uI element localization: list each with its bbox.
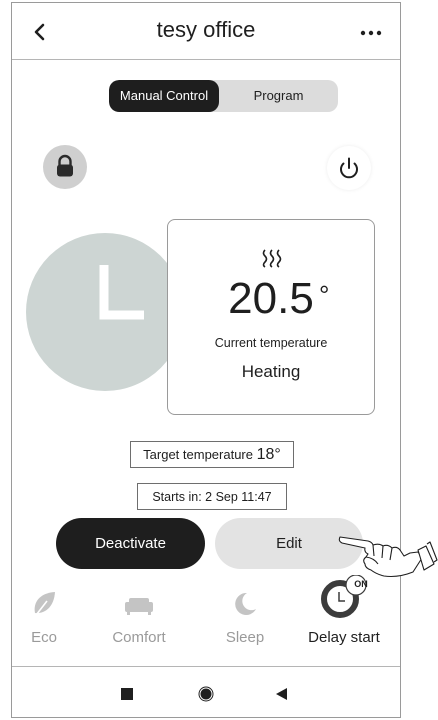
tab-manual-control[interactable]: Manual Control: [109, 80, 219, 112]
home-circle-icon: [198, 686, 214, 702]
lock-icon: [57, 154, 73, 177]
mode-delay-start-label: Delay start: [308, 629, 380, 646]
mode-eco[interactable]: Eco: [14, 581, 74, 655]
delay-timer-graphic: [26, 233, 184, 391]
triangle-back-icon: [276, 688, 287, 700]
degree-symbol: °: [319, 280, 330, 310]
mode-delay-start[interactable]: ON Delay start: [292, 575, 396, 655]
current-temperature-value: 20.5: [228, 274, 314, 323]
back-nav-button[interactable]: [269, 681, 295, 707]
power-icon: [340, 157, 358, 179]
mode-eco-label: Eco: [31, 629, 57, 646]
recents-button[interactable]: [114, 681, 140, 707]
current-temperature-label: Current temperature: [214, 336, 328, 350]
child-lock-button[interactable]: [43, 145, 87, 189]
heating-status: Heating: [241, 362, 301, 381]
system-navigation-bar: [12, 666, 400, 717]
more-horizontal-icon: [360, 30, 382, 36]
mode-comfort-label: Comfort: [112, 629, 166, 646]
target-temperature-box: Target temperature 18°: [130, 441, 294, 468]
deactivate-button[interactable]: Deactivate: [56, 518, 205, 569]
edit-button[interactable]: Edit: [215, 518, 363, 569]
power-button[interactable]: [327, 146, 371, 190]
sofa-icon: [125, 598, 153, 615]
moon-icon: [235, 592, 256, 615]
heat-waves-icon: [262, 249, 282, 268]
clock-hands-icon: [99, 265, 144, 320]
temperature-card: 20.5 ° Current temperature Heating: [167, 219, 375, 415]
mode-sleep-label: Sleep: [225, 629, 265, 646]
home-button[interactable]: [193, 681, 219, 707]
mode-selector: Eco Comfort Sleep ON Delay start: [12, 575, 400, 661]
more-options-button[interactable]: [358, 21, 384, 43]
target-temperature-value: 18°: [256, 446, 281, 463]
tab-program[interactable]: Program: [219, 80, 338, 112]
leaf-icon: [32, 592, 55, 620]
phone-screen: tesy office Manual Control Program 20.5 …: [11, 2, 401, 718]
page-title: tesy office: [156, 17, 256, 42]
starts-in-box: Starts in: 2 Sep 11:47: [137, 483, 287, 510]
mode-sleep[interactable]: Sleep: [210, 581, 280, 655]
mode-segmented-control: Manual Control Program: [109, 80, 338, 112]
on-badge: ON: [354, 579, 368, 589]
target-temperature-label: Target temperature: [143, 447, 253, 462]
top-app-bar: tesy office: [12, 3, 400, 60]
square-icon: [121, 688, 133, 700]
mode-comfort[interactable]: Comfort: [100, 581, 178, 655]
